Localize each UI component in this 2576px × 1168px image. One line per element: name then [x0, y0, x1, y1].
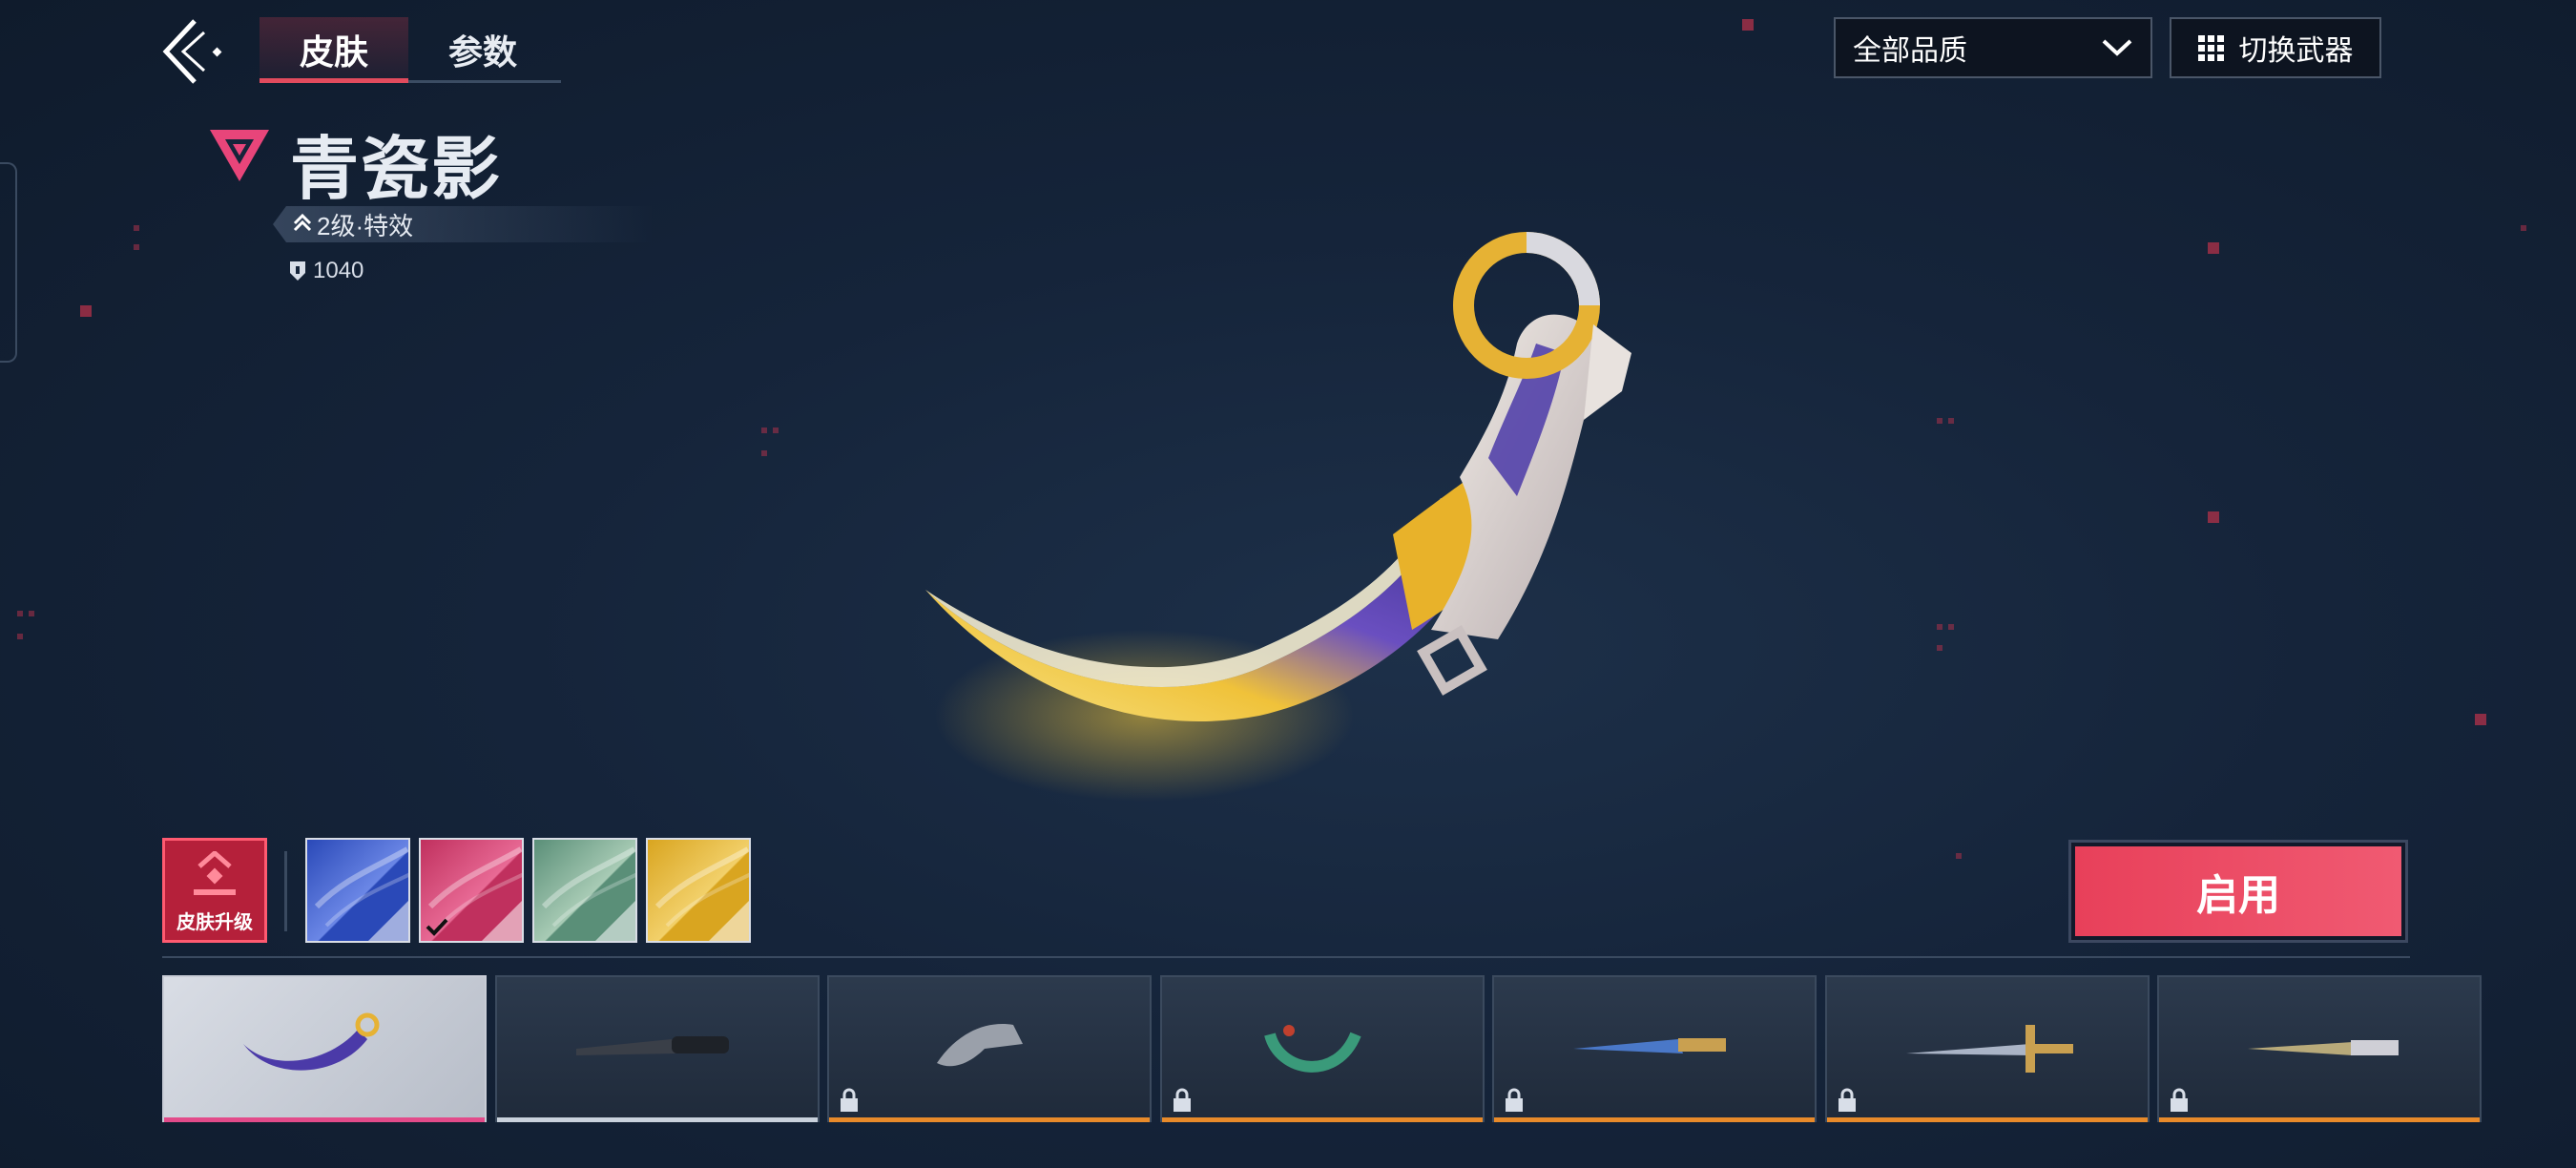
bg-dot	[1948, 418, 1954, 424]
bg-dot	[1956, 853, 1962, 859]
bg-speck	[2208, 511, 2219, 523]
bg-dot	[2521, 225, 2526, 231]
weapon-card-combat-knife[interactable]	[494, 975, 820, 1122]
weapon-thumbnail	[1905, 1025, 2073, 1073]
weapon-card-ornate-sword[interactable]	[1824, 975, 2150, 1122]
skin-name: 青瓷影	[290, 132, 503, 208]
skin-level-label: 2级·特效	[317, 211, 414, 240]
lock-icon	[2171, 1088, 2188, 1112]
weapon-quality-bar	[829, 1117, 1150, 1122]
weapon-quality-bar	[2159, 1117, 2480, 1122]
chevron-down-icon	[2102, 39, 2132, 56]
weapon-card-jade-ring-blade[interactable]	[1159, 975, 1485, 1122]
weapon-thumbnail	[575, 1036, 729, 1055]
bg-speck	[2475, 714, 2486, 725]
bg-speck	[2208, 242, 2219, 254]
enable-button[interactable]: 启用	[2068, 840, 2408, 943]
tab-active-indicator	[260, 78, 408, 83]
grid-icon	[2197, 34, 2224, 61]
bg-dot	[1937, 418, 1942, 424]
weapon-quality-bar	[1494, 1117, 1815, 1122]
skin-upgrade-label: 皮肤升级	[177, 912, 253, 933]
bg-speck	[80, 305, 92, 317]
lock-icon	[841, 1088, 858, 1112]
weapon-thumbnail	[937, 1024, 1023, 1067]
bg-dot	[1937, 645, 1942, 651]
quality-filter-value: 全部品质	[1853, 35, 1967, 67]
tier-triangle-icon	[210, 130, 269, 181]
section-divider	[162, 956, 2410, 958]
upgrade-icon	[194, 851, 236, 895]
weapon-card-serrated-knife[interactable]	[2157, 975, 2482, 1122]
upgrade-arrow-icon	[292, 210, 313, 240]
tab-bar: 皮肤 参数	[260, 17, 557, 82]
weapon-thumbnail	[243, 1012, 380, 1071]
bg-speck	[1742, 19, 1754, 31]
weapon-card-karambit[interactable]	[162, 975, 487, 1122]
lock-icon	[1173, 1088, 1191, 1112]
bg-dot	[1948, 624, 1954, 630]
back-button[interactable]	[155, 13, 231, 90]
bg-dot	[17, 634, 23, 639]
weapon-quality-bar	[1161, 1117, 1483, 1122]
bg-dot	[773, 428, 779, 433]
bg-dot	[761, 450, 767, 456]
variant-swatch-pink[interactable]	[419, 838, 524, 943]
quality-filter-dropdown[interactable]: 全部品质	[1834, 17, 2152, 78]
bg-dot	[761, 428, 767, 433]
skin-level-row: 2级·特效	[273, 206, 654, 242]
switch-weapon-label: 切换武器	[2238, 35, 2354, 67]
weapon-card-blue-dagger[interactable]	[1492, 975, 1817, 1122]
tab-params[interactable]: 参数	[408, 17, 557, 82]
weapon-thumbnail	[1263, 1025, 1361, 1073]
skin-upgrade-button[interactable]: 皮肤升级	[162, 838, 267, 943]
lock-icon	[1838, 1088, 1856, 1112]
weapon-thumbnail	[1573, 1038, 1726, 1053]
weapon-thumbnail	[2248, 1040, 2399, 1055]
weapon-card-folding-karambit[interactable]	[827, 975, 1152, 1122]
switch-weapon-button[interactable]: 切换武器	[2170, 17, 2381, 78]
variant-swatch-blue[interactable]	[305, 838, 410, 943]
lock-icon	[1506, 1088, 1523, 1112]
weapon-quality-bar	[496, 1117, 818, 1122]
bg-dot	[17, 611, 23, 616]
bg-dot	[134, 244, 139, 250]
weapon-quality-bar	[1826, 1117, 2148, 1122]
bg-dot	[1937, 624, 1942, 630]
back-arrow-icon	[162, 19, 222, 84]
bg-dot	[29, 611, 34, 616]
skin-price-value: 1040	[313, 258, 364, 283]
weapon-preview-image[interactable]	[897, 219, 1651, 849]
variant-divider	[284, 851, 287, 931]
variant-swatch-gold[interactable]	[646, 838, 751, 943]
enable-button-label: 启用	[2075, 846, 2401, 936]
bg-dot	[134, 225, 139, 231]
side-panel-edge[interactable]	[0, 162, 17, 363]
weapon-quality-bar	[164, 1117, 485, 1122]
variant-swatch-green[interactable]	[532, 838, 637, 943]
selected-check-icon	[425, 914, 449, 939]
tab-skin[interactable]: 皮肤	[260, 17, 408, 82]
shield-currency-icon	[290, 261, 305, 281]
skin-price: 1040	[288, 258, 364, 284]
